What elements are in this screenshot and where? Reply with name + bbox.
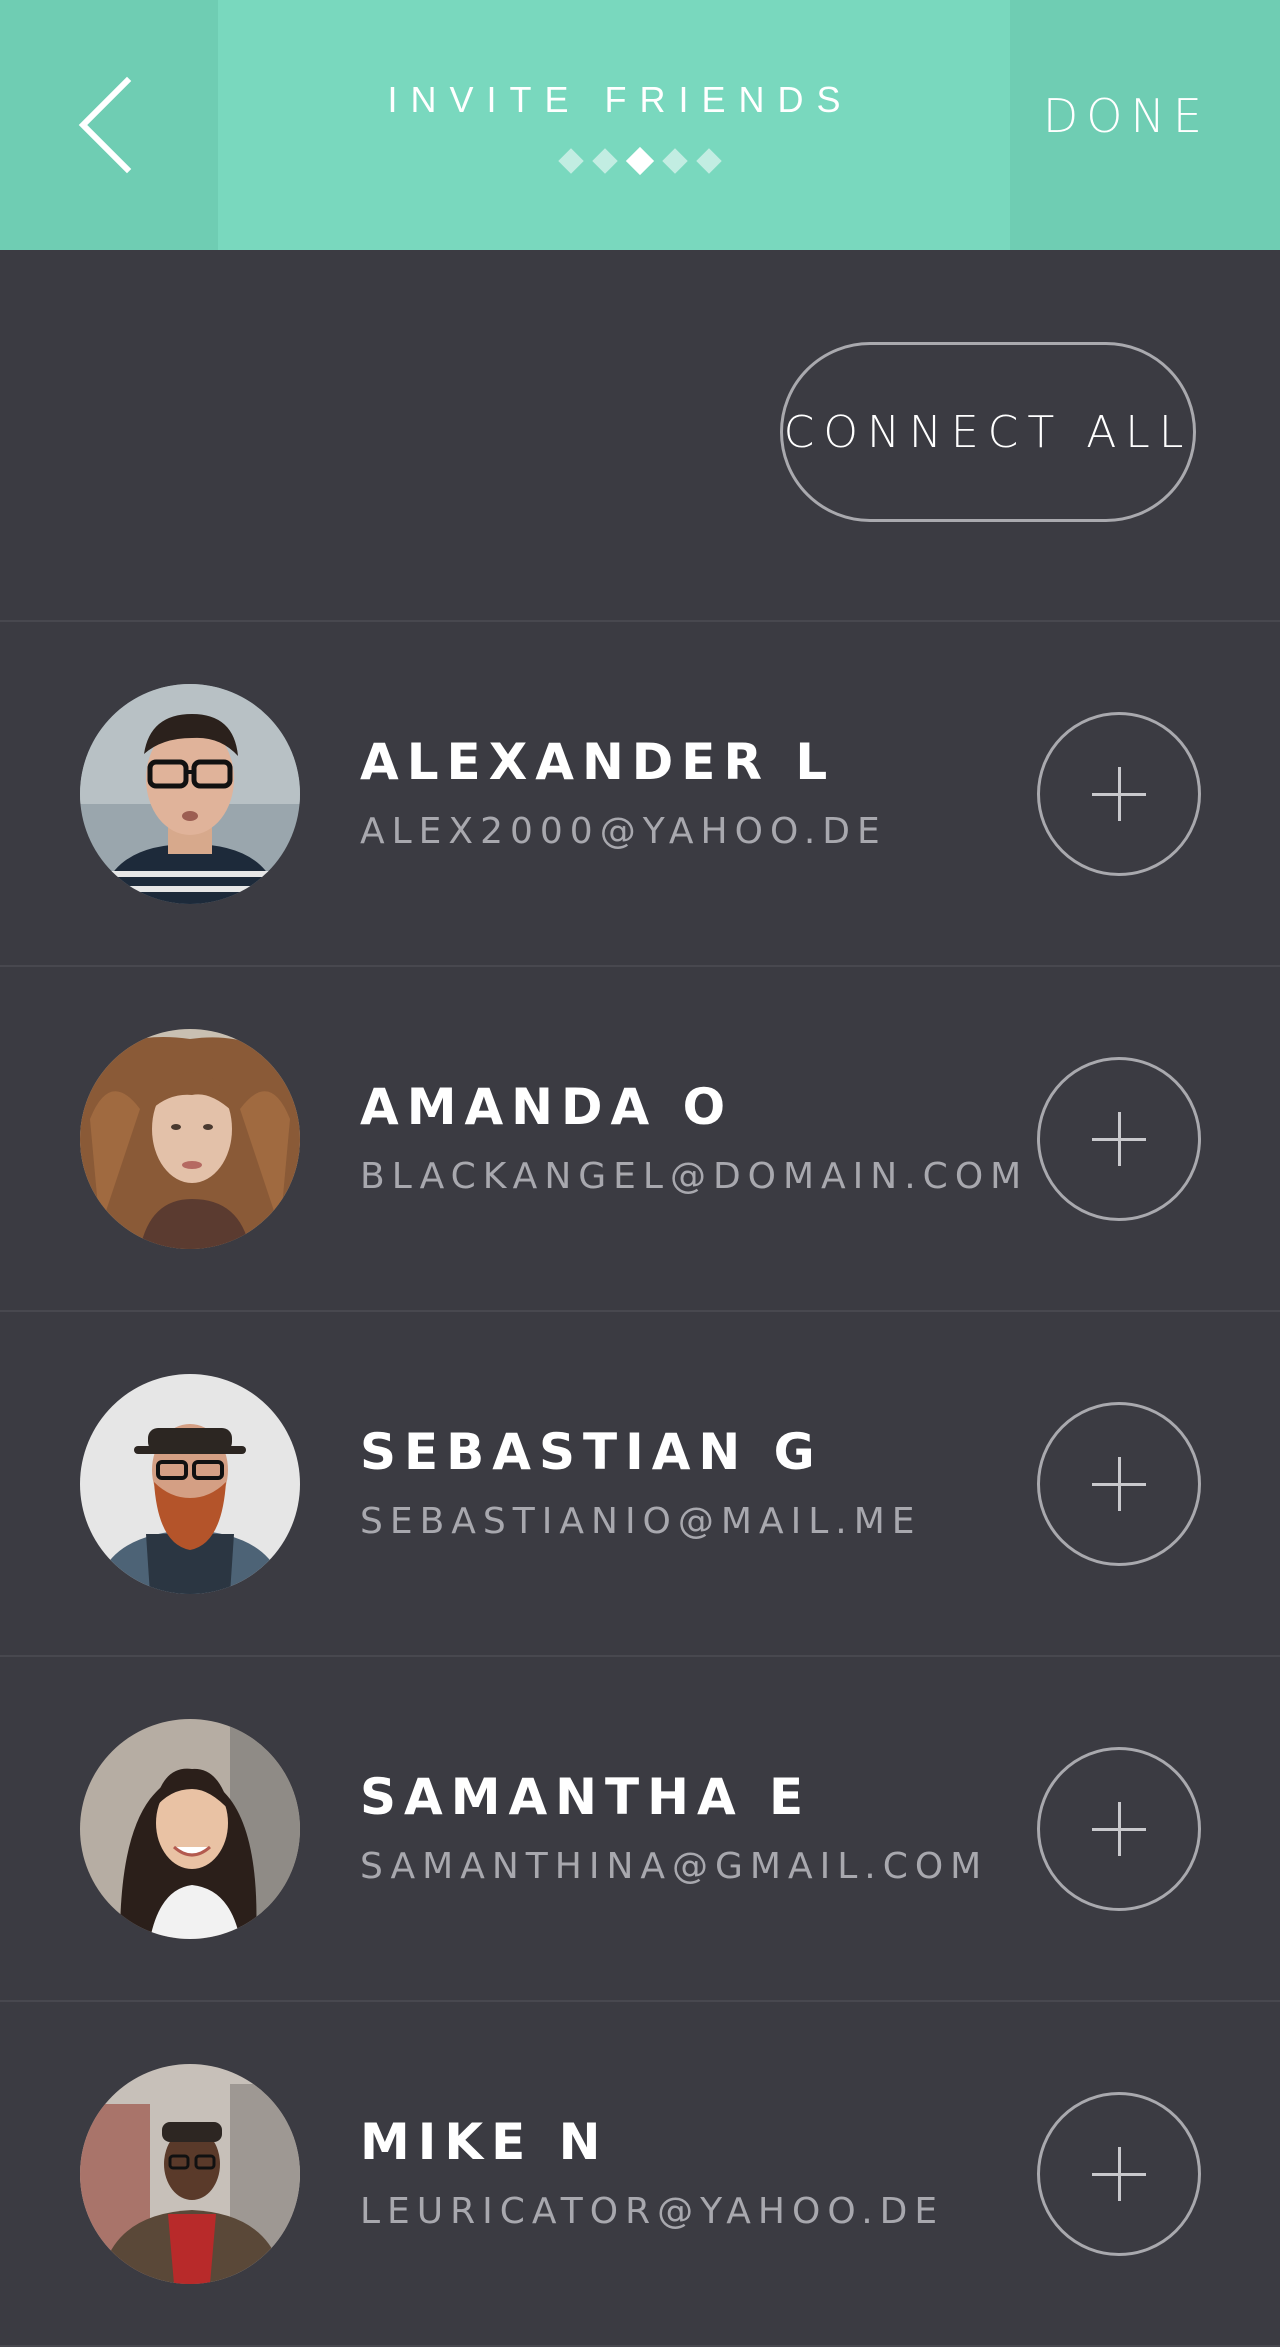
page-indicator-dot-active — [625, 146, 655, 176]
contact-name: MIKE N — [360, 2113, 609, 2171]
contact-email: SEBASTIANIO@MAIL.ME — [360, 1501, 922, 1542]
connect-all-button[interactable]: CONNECT ALL — [780, 342, 1196, 522]
page-indicator-dot — [592, 148, 618, 174]
contact-row: SEBASTIAN G SEBASTIANIO@MAIL.ME — [0, 1312, 1280, 1657]
contact-row: MIKE N LEURICATOR@YAHOO.DE — [0, 2002, 1280, 2347]
avatar — [80, 684, 300, 904]
done-button[interactable]: DONE — [1043, 86, 1210, 146]
contact-row: SAMANTHA E SAMANTHINA@GMAIL.COM — [0, 1657, 1280, 2002]
page-indicator — [0, 146, 1280, 176]
avatar — [80, 1719, 300, 1939]
avatar — [80, 1029, 300, 1249]
app-header: INVITE FRIENDS DONE — [0, 0, 1280, 250]
contact-row: ALEXANDER L ALEX2000@YAHOO.DE — [0, 622, 1280, 967]
contact-row: AMANDA O BLACKANGEL@DOMAIN.COM — [0, 967, 1280, 1312]
page-indicator-dot — [558, 148, 584, 174]
add-contact-button[interactable] — [1037, 1057, 1201, 1221]
avatar — [80, 1374, 300, 1594]
page-indicator-dot — [662, 148, 688, 174]
contact-email: LEURICATOR@YAHOO.DE — [360, 2191, 945, 2232]
add-contact-button[interactable] — [1037, 1747, 1201, 1911]
contact-name: AMANDA O — [360, 1078, 734, 1136]
contact-email: SAMANTHINA@GMAIL.COM — [360, 1846, 989, 1887]
contact-name: ALEXANDER L — [360, 733, 836, 791]
add-contact-button[interactable] — [1037, 712, 1201, 876]
avatar — [80, 2064, 300, 2284]
contact-name: SAMANTHA E — [360, 1768, 812, 1826]
page-title: INVITE FRIENDS — [387, 79, 854, 120]
page-indicator-dot — [696, 148, 722, 174]
contact-email: ALEX2000@YAHOO.DE — [360, 811, 887, 852]
add-contact-button[interactable] — [1037, 2092, 1201, 2256]
add-contact-button[interactable] — [1037, 1402, 1201, 1566]
contact-email: BLACKANGEL@DOMAIN.COM — [360, 1156, 1029, 1197]
contact-list: ALEXANDER L ALEX2000@YAHOO.DE AMANDA O B… — [0, 622, 1280, 2347]
contact-name: SEBASTIAN G — [360, 1423, 823, 1481]
connect-all-section: CONNECT ALL — [0, 250, 1280, 622]
